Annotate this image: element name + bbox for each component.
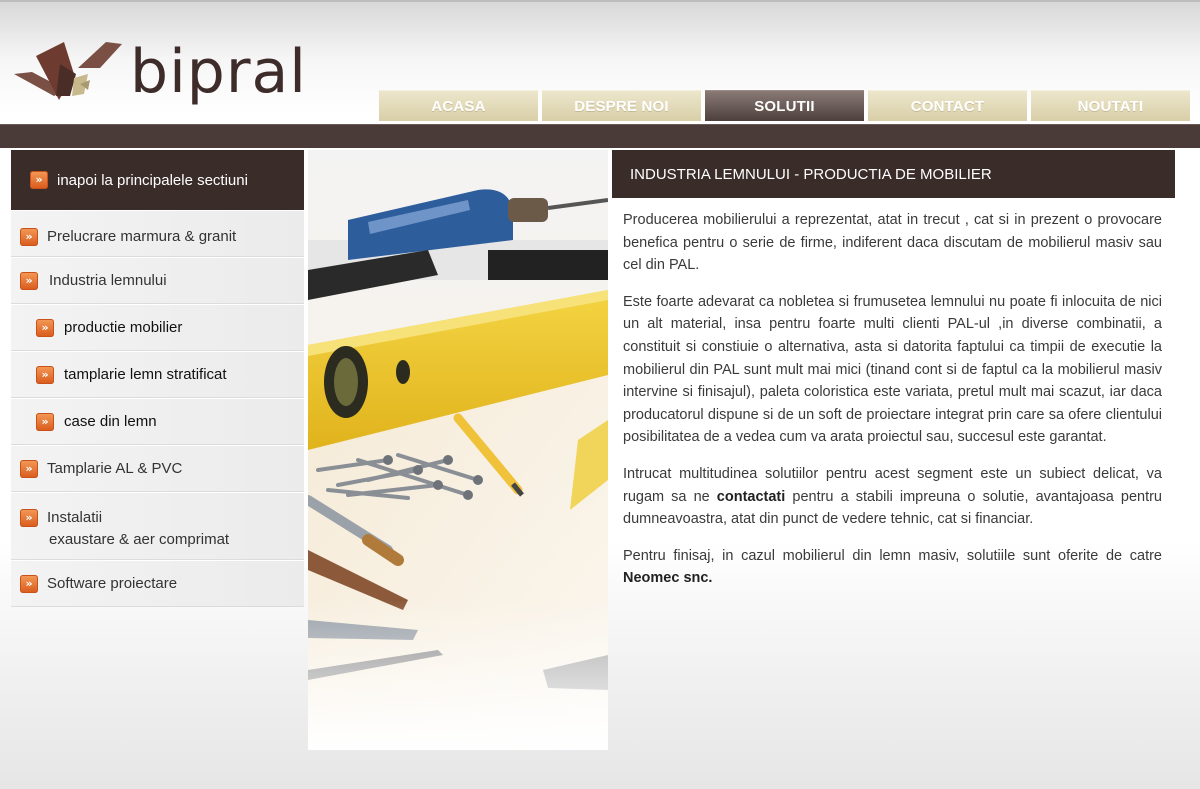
double-chevron-right-icon: »	[36, 366, 54, 384]
paragraph-4-text: Pentru finisaj, in cazul mobilierul din …	[623, 547, 1162, 564]
double-chevron-right-icon: »	[20, 575, 38, 593]
main-nav: ACASA DESPRE NOI SOLUTII CONTACT NOUTATI	[379, 90, 1190, 121]
double-chevron-right-icon: »	[20, 272, 38, 290]
sidebar-item-label: Software proiectare	[47, 575, 178, 592]
sidebar-item-label: productie mobilier	[64, 319, 183, 336]
sidebar: » inapoi la principalele sectiuni » Prel…	[11, 150, 304, 607]
sidebar-item-marmura-granit[interactable]: » Prelucrare marmura & granit	[11, 210, 304, 257]
paragraph-4: Pentru finisaj, in cazul mobilierul din …	[623, 545, 1162, 590]
sidebar-item-label-line1: Instalatii	[47, 509, 103, 526]
sidebar-item-case-din-lemn[interactable]: » case din lemn	[11, 398, 304, 445]
brand-name: bipral	[130, 37, 307, 107]
header-divider-bar	[0, 124, 1200, 148]
paragraph-3: Intrucat multitudinea solutiilor pentru …	[623, 463, 1162, 531]
sidebar-item-tamplarie-al-pvc[interactable]: » Tamplarie AL & PVC	[11, 445, 304, 492]
sidebar-item-productie-mobilier[interactable]: » productie mobilier	[11, 304, 304, 351]
logo[interactable]: bipral	[14, 28, 307, 118]
double-chevron-right-icon: »	[20, 460, 38, 478]
partner-name: Neomec snc.	[623, 570, 713, 587]
nav-despre-noi[interactable]: DESPRE NOI	[542, 90, 701, 121]
double-chevron-right-icon: »	[30, 171, 48, 189]
tools-photo	[308, 150, 608, 750]
sidebar-item-software-proiectare[interactable]: » Software proiectare	[11, 560, 304, 607]
sidebar-item-tamplarie-lemn-stratificat[interactable]: » tamplarie lemn stratificat	[11, 351, 304, 398]
sidebar-item-label: tamplarie lemn stratificat	[64, 366, 227, 383]
sidebar-item-label-line2: exaustare & aer comprimat	[49, 531, 230, 548]
nav-solutii[interactable]: SOLUTII	[705, 90, 864, 121]
sidebar-item-label: Prelucrare marmura & granit	[47, 228, 237, 245]
nav-acasa[interactable]: ACASA	[379, 90, 538, 121]
sidebar-item-label: Industria lemnului	[49, 272, 167, 289]
sidebar-item-industria-lemnului[interactable]: » Industria lemnului	[11, 257, 304, 304]
double-chevron-right-icon: »	[36, 413, 54, 431]
sidebar-item-label: case din lemn	[64, 413, 157, 430]
nav-contact[interactable]: CONTACT	[868, 90, 1027, 121]
double-chevron-right-icon: »	[20, 509, 38, 527]
content-body: Producerea mobilierului a reprezentat, a…	[623, 209, 1162, 604]
sidebar-item-instalatii[interactable]: » Instalatii exaustare & aer comprimat	[11, 492, 304, 560]
logo-leaf-icon	[14, 42, 122, 100]
sidebar-item-label: Instalatii exaustare & aer comprimat	[47, 507, 229, 551]
nav-noutati[interactable]: NOUTATI	[1031, 90, 1190, 121]
contact-link[interactable]: contactati	[717, 489, 786, 505]
paragraph-1: Producerea mobilierului a reprezentat, a…	[623, 212, 1162, 274]
content-title: INDUSTRIA LEMNULUI - PRODUCTIA DE MOBILI…	[612, 150, 1175, 198]
double-chevron-right-icon: »	[20, 228, 38, 246]
top-border	[0, 0, 1200, 2]
sidebar-back-link[interactable]: » inapoi la principalele sectiuni	[11, 150, 304, 210]
paragraph-2: Este foarte adevarat ca nobletea si frum…	[623, 293, 1162, 446]
sidebar-back-label: inapoi la principalele sectiuni	[57, 171, 248, 189]
double-chevron-right-icon: »	[36, 319, 54, 337]
sidebar-item-label: Tamplarie AL & PVC	[47, 460, 183, 477]
